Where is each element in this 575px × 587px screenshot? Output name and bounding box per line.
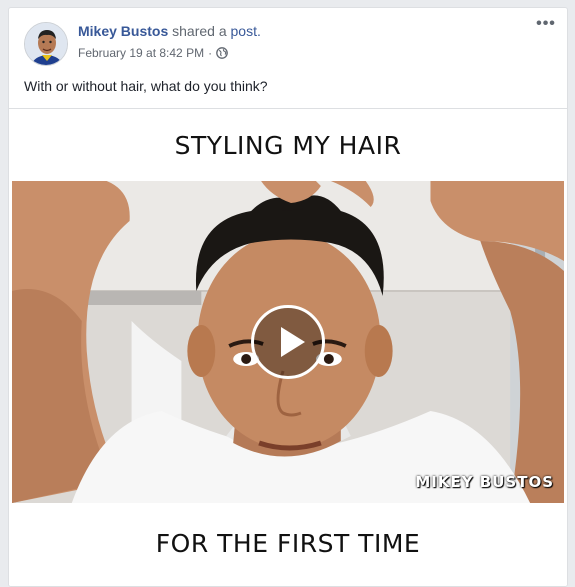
post-meta: February 19 at 8:42 PM · (78, 46, 228, 60)
avatar-image (25, 23, 67, 65)
video-title-top: STYLING MY HAIR (174, 131, 402, 160)
post-timestamp-link[interactable]: February 19 at 8:42 PM (78, 46, 204, 60)
author-line: Mikey Bustos shared a post. (78, 23, 261, 39)
more-options-icon[interactable]: ••• (535, 16, 557, 34)
globe-icon[interactable] (216, 47, 228, 59)
post-header: Mikey Bustos shared a post. February 19 … (9, 8, 567, 108)
video-watermark: MIKEY BUSTOS (415, 473, 554, 491)
avatar[interactable] (24, 22, 68, 66)
play-triangle (281, 327, 305, 357)
video-title-bottom: FOR THE FIRST TIME (155, 529, 421, 558)
author-name-link[interactable]: Mikey Bustos (78, 23, 168, 39)
play-icon[interactable] (251, 305, 325, 379)
meta-separator: · (208, 46, 213, 60)
post-card: Mikey Bustos shared a post. February 19 … (8, 7, 568, 587)
share-action-text: shared a (168, 23, 231, 39)
post-caption: With or without hair, what do you think? (24, 78, 268, 94)
video-player[interactable]: MIKEY BUSTOS (12, 181, 564, 503)
shared-video-card[interactable]: STYLING MY HAIR MIKEY BUSTOS FOR THE FIR… (9, 108, 567, 586)
shared-post-link[interactable]: post. (231, 23, 261, 39)
